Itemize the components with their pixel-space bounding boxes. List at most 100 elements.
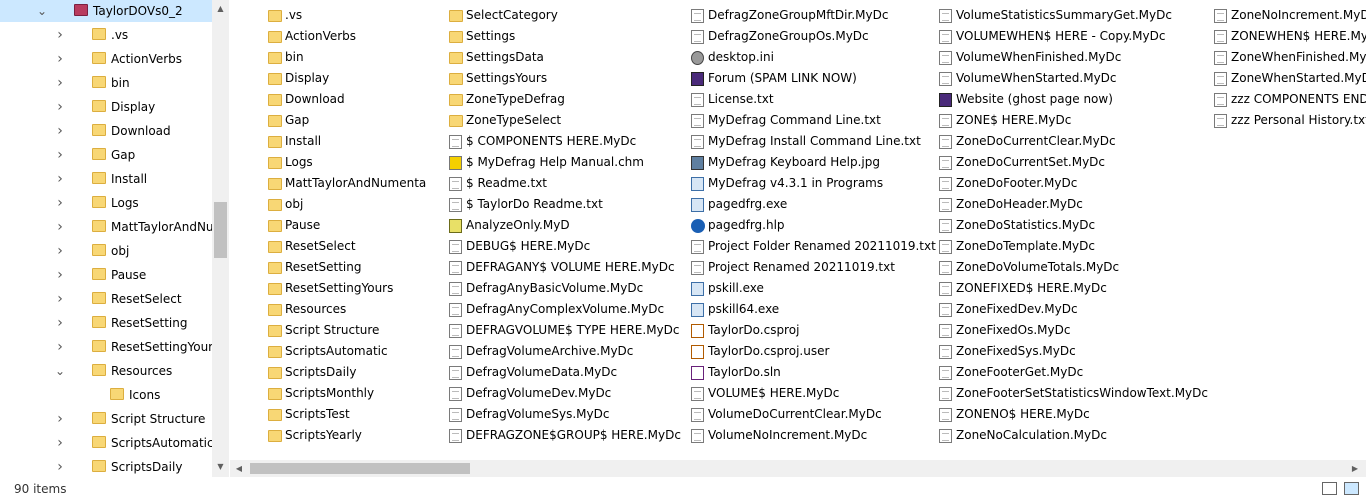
nav-item[interactable]: › Gap	[0, 144, 212, 166]
nav-item[interactable]: › Script Structure	[0, 408, 212, 430]
file-name: ZoneFixedOs.MyDc	[956, 323, 1071, 337]
file-name: Script Structure	[285, 323, 380, 337]
nav-item[interactable]: › .vs	[0, 24, 212, 46]
folder-icon	[92, 244, 106, 256]
navigation-pane: ⌄ TaylorDOVs0_2 › .vs › ActionVerbs › bin › Displ…	[0, 0, 212, 477]
file-name: VOLUMEWHEN$ HERE - Copy.MyDc	[956, 29, 1166, 43]
document-icon	[1214, 51, 1227, 65]
file-name: ZoneDoTemplate.MyDc	[956, 239, 1095, 253]
file-name: zzz COMPONENTS END.MyDc	[1231, 92, 1366, 106]
nav-item[interactable]: › ResetSelect	[0, 288, 212, 310]
folder-icon	[92, 220, 106, 232]
file-name: ZONEWHEN$ HERE.MyDc	[1231, 29, 1366, 43]
folder-icon	[92, 196, 106, 208]
chevron-down-icon[interactable]: ⌄	[54, 360, 66, 382]
nav-item-label: ScriptsAutomatic	[111, 436, 212, 450]
chevron-right-icon[interactable]: ›	[54, 96, 66, 118]
file-name: DefragAnyBasicVolume.MyDc	[466, 281, 644, 295]
folder-icon	[449, 31, 463, 43]
scroll-down-arrow-icon[interactable]: ▼	[212, 458, 229, 475]
file-name: Project Folder Renamed 20211019.txt	[708, 239, 936, 253]
csproj-user-icon	[691, 345, 704, 359]
chevron-right-icon[interactable]: ›	[54, 48, 66, 70]
scroll-right-arrow-icon[interactable]: ▶	[1348, 460, 1362, 477]
file-name: ZoneFooterSetStatisticsWindowText.MyDc	[956, 386, 1208, 400]
chevron-right-icon[interactable]: ›	[54, 72, 66, 94]
text-file-icon	[691, 93, 704, 107]
file-name: .vs	[285, 8, 303, 22]
nav-item[interactable]: › bin	[0, 72, 212, 94]
document-icon	[939, 240, 952, 254]
nav-item[interactable]: › Pause	[0, 264, 212, 286]
file-name: TaylorDo.sln	[708, 365, 781, 379]
chevron-right-icon[interactable]: ›	[54, 120, 66, 142]
file-name: ZoneDoHeader.MyDc	[956, 197, 1083, 211]
content-horizontal-scrollbar[interactable]: ◀ ▶	[230, 460, 1366, 477]
file-name: ResetSetting	[285, 260, 362, 274]
nav-item[interactable]: › ScriptsDaily	[0, 456, 212, 477]
file-name: MyDefrag Install Command Line.txt	[708, 134, 921, 148]
document-icon	[939, 303, 952, 317]
chevron-right-icon[interactable]: ›	[54, 336, 66, 358]
file-name: VolumeStatisticsSummaryGet.MyDc	[956, 8, 1172, 22]
nav-item[interactable]: › Logs	[0, 192, 212, 214]
chevron-right-icon[interactable]: ›	[54, 432, 66, 454]
content-scrollbar-thumb[interactable]	[250, 463, 470, 474]
nav-item[interactable]: › ResetSetting	[0, 312, 212, 334]
document-icon	[691, 9, 704, 23]
nav-item[interactable]: ⌄ Resources	[0, 360, 212, 382]
nav-item[interactable]: › Display	[0, 96, 212, 118]
help-file-icon	[691, 219, 705, 233]
nav-item[interactable]: Icons	[0, 384, 212, 406]
chevron-right-icon[interactable]: ›	[54, 144, 66, 166]
chevron-right-icon[interactable]: ›	[54, 216, 66, 238]
file-name: ZONENO$ HERE.MyDc	[956, 407, 1090, 421]
details-view-icon[interactable]	[1322, 482, 1337, 495]
nav-item[interactable]: › ScriptsAutomatic	[0, 432, 212, 454]
nav-vertical-scrollbar[interactable]: ▲ ▼	[212, 0, 229, 477]
large-icons-view-icon[interactable]	[1344, 482, 1359, 495]
nav-item[interactable]: › obj	[0, 240, 212, 262]
file-name: MattTaylorAndNumenta	[285, 176, 427, 190]
chevron-right-icon[interactable]: ›	[54, 192, 66, 214]
nav-item[interactable]: › Install	[0, 168, 212, 190]
chevron-right-icon[interactable]: ›	[54, 264, 66, 286]
chevron-right-icon[interactable]: ›	[54, 24, 66, 46]
file-name: DEFRAGANY$ VOLUME HERE.MyDc	[466, 260, 675, 274]
scroll-up-arrow-icon[interactable]: ▲	[212, 0, 229, 17]
chevron-right-icon[interactable]: ›	[54, 312, 66, 334]
document-icon	[449, 135, 462, 149]
folder-icon	[92, 436, 106, 448]
folder-icon	[74, 4, 88, 16]
visual-studio-solution-icon	[691, 366, 704, 380]
file-name: Project Renamed 20211019.txt	[708, 260, 895, 274]
file-name: ZoneFixedDev.MyDc	[956, 302, 1078, 316]
document-icon	[939, 219, 952, 233]
chevron-right-icon[interactable]: ›	[54, 288, 66, 310]
document-icon	[449, 261, 462, 275]
file-list-view: .vs ActionVerbs bin Display Download Gap Insta…	[230, 0, 1366, 458]
folder-icon	[268, 262, 282, 274]
chevron-down-icon[interactable]: ⌄	[36, 0, 48, 22]
file-name: Gap	[285, 113, 310, 127]
file-name: MyDefrag v4.3.1 in Programs	[708, 176, 884, 190]
nav-item[interactable]: › ResetSettingYours	[0, 336, 212, 358]
folder-icon	[268, 325, 282, 337]
nav-item[interactable]: ⌄ TaylorDOVs0_2	[0, 0, 212, 22]
file-name: bin	[285, 50, 304, 64]
nav-item[interactable]: › Download	[0, 120, 212, 142]
nav-item-label: .vs	[111, 28, 129, 42]
scroll-left-arrow-icon[interactable]: ◀	[232, 460, 246, 477]
chevron-right-icon[interactable]: ›	[54, 408, 66, 430]
chevron-right-icon[interactable]: ›	[54, 240, 66, 262]
file-name: DefragZoneGroupMftDir.MyDc	[708, 8, 889, 22]
chevron-right-icon[interactable]: ›	[54, 456, 66, 477]
text-file-icon	[691, 240, 704, 254]
nav-scrollbar-thumb[interactable]	[214, 202, 227, 258]
folder-icon	[92, 364, 106, 376]
document-icon	[939, 429, 952, 443]
chevron-right-icon[interactable]: ›	[54, 168, 66, 190]
nav-item[interactable]: › ActionVerbs	[0, 48, 212, 70]
nav-item[interactable]: › MattTaylorAndNumenta	[0, 216, 212, 238]
file-name: ZoneTypeSelect	[466, 113, 562, 127]
